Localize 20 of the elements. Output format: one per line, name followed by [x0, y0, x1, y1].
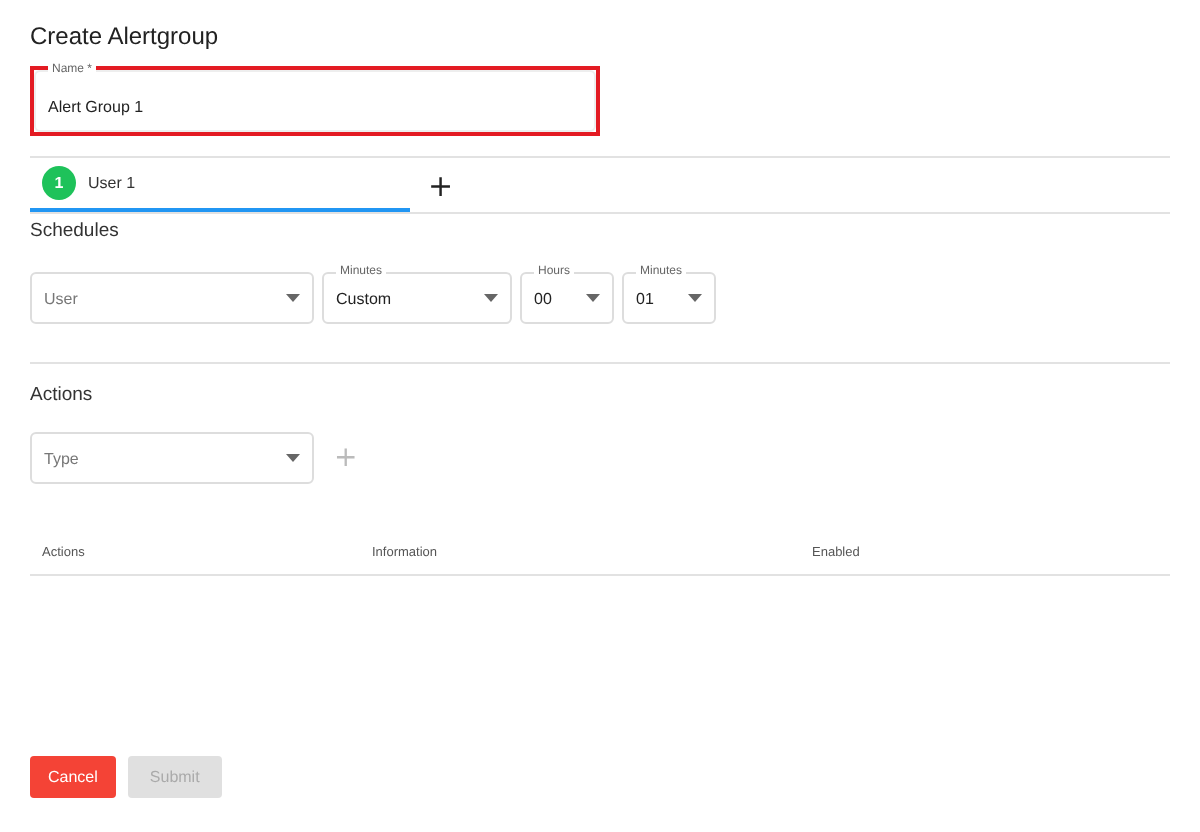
dropdown-caret-icon: [484, 294, 498, 302]
dropdown-field[interactable]: User: [30, 272, 314, 324]
field-value: Alert Group 1: [48, 98, 144, 116]
dropdown-caret-icon: [688, 294, 702, 302]
field-placeholder: User: [44, 289, 78, 307]
field-value: Custom: [336, 289, 392, 307]
dropdown-caret-icon: [286, 294, 300, 302]
step-number: 1: [42, 166, 76, 200]
dropdown-caret-icon: [586, 294, 600, 302]
dropdown-caret-icon: [286, 454, 300, 462]
field-value: 00: [534, 289, 552, 307]
section-heading: Actions: [30, 384, 95, 406]
add-tab-button[interactable]: +: [422, 167, 460, 203]
page-title: Create Alertgroup: [30, 20, 221, 52]
cancel-button[interactable]: Cancel: [30, 756, 116, 798]
user-tab[interactable]: 1 User 1: [30, 159, 410, 211]
field-value: 01: [636, 289, 654, 307]
dropdown-field[interactable]: Type: [30, 432, 314, 484]
section-heading: Schedules: [30, 220, 121, 242]
field-placeholder: Type: [44, 449, 79, 467]
